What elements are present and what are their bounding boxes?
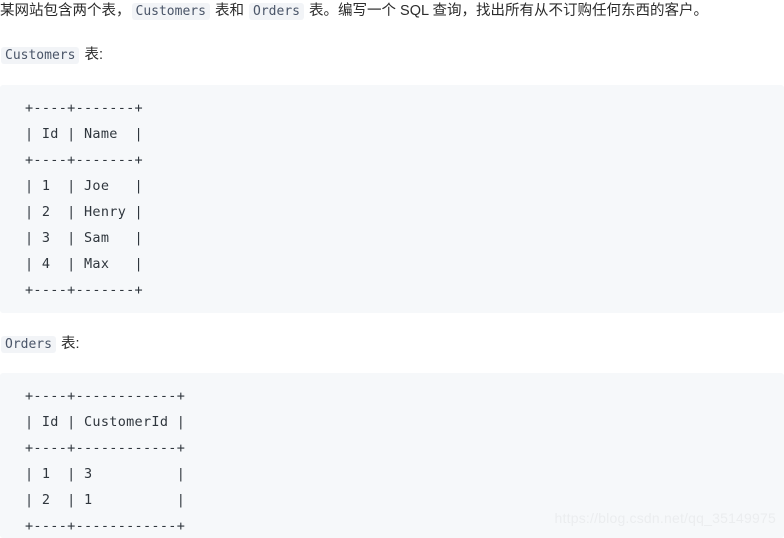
inline-code-customers-heading: Customers (1, 47, 80, 64)
section-heading-orders: Orders 表: (0, 333, 80, 356)
inline-code-customers: Customers (131, 3, 210, 20)
code-block-customers: +----+-------+ | Id | Name | +----+-----… (0, 85, 784, 313)
section-heading-customers: Customers 表: (0, 44, 103, 67)
section-heading-orders-suffix: 表: (56, 336, 80, 352)
watermark: https://blog.csdn.net/qq_35149975 (554, 510, 776, 526)
problem-page: 某网站包含两个表， Customers 表和 Orders 表。编写一个 SQL … (0, 0, 784, 538)
statement-text-3: 表。编写一个 SQL 查询，找出所有从不订购任何东西的客户。 (304, 3, 709, 19)
ascii-table-customers: +----+-------+ | Id | Name | +----+-----… (25, 100, 143, 298)
problem-statement: 某网站包含两个表， Customers 表和 Orders 表。编写一个 SQL … (0, 0, 784, 23)
inline-code-orders-heading: Orders (1, 336, 56, 353)
statement-text-2: 表和 (210, 3, 249, 19)
section-heading-customers-suffix: 表: (80, 47, 104, 63)
statement-text-1: 某网站包含两个表， (0, 3, 131, 19)
inline-code-orders: Orders (249, 3, 304, 20)
